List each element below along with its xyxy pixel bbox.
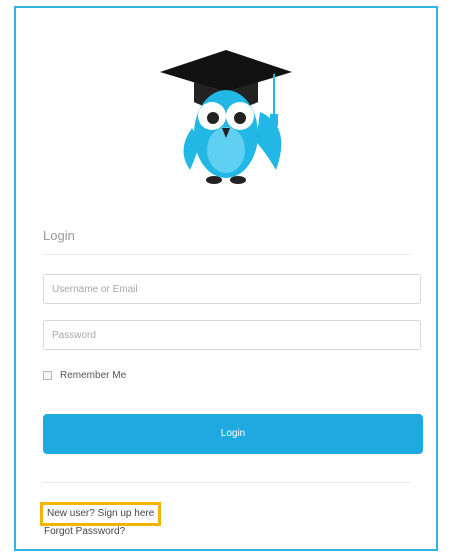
login-card: Login Remember Me Login New user? Sign u… (14, 6, 438, 551)
graduation-owl-icon (156, 30, 296, 195)
footer-divider (43, 482, 411, 483)
title-divider (43, 254, 411, 255)
signup-link[interactable]: New user? Sign up here (47, 508, 154, 520)
password-input[interactable] (43, 320, 421, 350)
username-input[interactable] (43, 274, 421, 304)
login-button[interactable]: Login (43, 414, 423, 454)
remember-me-row[interactable]: Remember Me (43, 370, 126, 381)
forgot-password-link[interactable]: Forgot Password? (44, 526, 125, 538)
remember-me-checkbox[interactable] (43, 371, 52, 380)
login-section-title: Login (43, 228, 75, 243)
signup-link-highlight: New user? Sign up here (40, 502, 162, 526)
remember-me-label: Remember Me (60, 370, 127, 381)
